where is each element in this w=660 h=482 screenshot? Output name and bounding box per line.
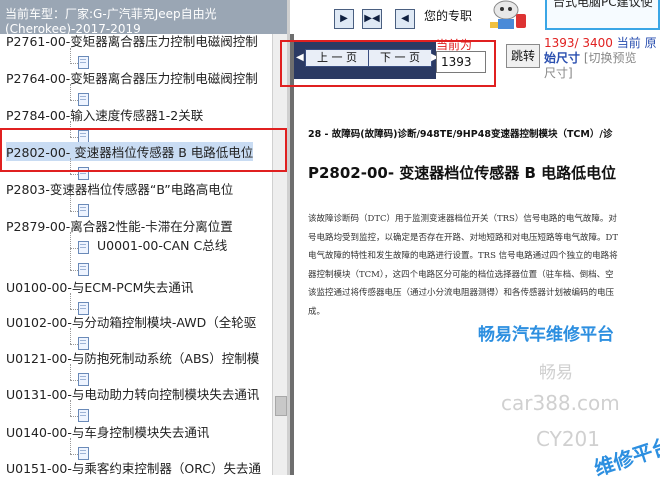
- document-icon[interactable]: [78, 241, 89, 254]
- document-icon[interactable]: [78, 409, 89, 422]
- original-size-label[interactable]: 始尺寸: [544, 51, 580, 65]
- tree-connector: [70, 195, 71, 211]
- highlight-box-pager: [280, 40, 496, 87]
- tree-connector: [70, 328, 71, 344]
- tree-connector: [70, 174, 78, 175]
- prev-arrow-button[interactable]: ◀: [395, 9, 415, 29]
- tree-item[interactable]: U0102-00-与分动箱控制模块-AWD（全轮驱: [6, 312, 256, 331]
- paragraph-line: 器控制模块（TCM），这四个电路区分可能的档位选择器位置（驻车档、倒档、空: [308, 269, 614, 280]
- paragraph-line: 该监控通过将传感器电压（通过小分流电阻器测得）和各传感器计划被编码的电压: [308, 288, 615, 298]
- promo-box: 台式电脑PC建议使: [545, 0, 660, 30]
- tree-connector: [70, 63, 78, 64]
- paragraph-line: 电气故障的特性和发生故障的电路进行设置。TRS 信号电路通过四个独立的电路将: [308, 251, 618, 261]
- tree-connector: [70, 100, 78, 101]
- tree-item[interactable]: U0121-00-与防抱死制动系统（ABS）控制模: [6, 348, 259, 367]
- tree-connector: [70, 309, 78, 310]
- dtc-tree: P2761-00-变矩器离合器压力控制电磁阀控制 P2764-00-变矩器离合器…: [0, 34, 272, 475]
- tree-item[interactable]: U0140-00-与车身控制模块失去通讯: [6, 422, 209, 441]
- tree-connector: [70, 364, 71, 380]
- tree-connector: [70, 438, 71, 454]
- tree-connector: [70, 416, 78, 417]
- tree-item[interactable]: P2803-变速器档位传感器“B”电路高电位: [6, 179, 233, 198]
- watermark-text: 畅易汽车维修平台: [478, 325, 614, 345]
- document-text: 该故障诊断码（DTC）用于监测变速器档位开关（TRS）信号电路的电气故障。对 号…: [308, 210, 660, 321]
- tree-item[interactable]: P2761-00-变矩器离合器压力控制电磁阀控制: [6, 34, 258, 50]
- tree-subitem[interactable]: U0001-00-CAN C总线: [97, 235, 227, 254]
- size-suffix: 尺寸]: [544, 66, 573, 80]
- paragraph-line: 成。: [308, 306, 326, 317]
- paragraph-line: 号电路均受到监控，以确定是否存在开路、对地短路和对电压短路等电气故障。DT: [308, 232, 618, 243]
- tree-item[interactable]: U0151-00-与乘客约束控制器（ORC）失去通: [6, 458, 261, 475]
- pager-bar: ◀ 上 一 页 下 一 页 ▶ 当前为 跳转 1393/ 3400 当前 原 始…: [280, 34, 660, 92]
- tree-connector: [70, 248, 78, 249]
- tree-connector: [70, 270, 78, 271]
- watermark-text: CY201: [536, 427, 601, 451]
- highlight-box-selected-item: [0, 128, 287, 172]
- document-title: P2802-00- 变速器档位传感器 B 电路低电位: [308, 164, 617, 182]
- current-original-label: 当前 原: [616, 36, 657, 50]
- page-count-value: 1393/ 3400: [544, 36, 613, 50]
- tree-item[interactable]: P2764-00-变矩器离合器压力控制电磁阀控制: [6, 68, 258, 87]
- tree-connector: [70, 84, 71, 100]
- tree-connector: [70, 211, 78, 212]
- jump-button[interactable]: 跳转: [506, 44, 540, 68]
- tree-scrollbar[interactable]: [272, 34, 288, 475]
- content-pane: ◀ 上 一 页 下 一 页 ▶ 当前为 跳转 1393/ 3400 当前 原 始…: [280, 34, 660, 481]
- tree-connector: [70, 380, 78, 381]
- tree-item[interactable]: P2879-00-离合器2性能-卡滞在分离位置: [6, 216, 233, 235]
- watermark-text: car388.com: [501, 391, 620, 415]
- tree-item[interactable]: U0100-00-与ECM-PCM失去通讯: [6, 277, 193, 296]
- mascot-logo-icon: [490, 0, 526, 29]
- vehicle-label: 当前车型：: [5, 7, 66, 21]
- next-arrow-button[interactable]: ▶: [334, 9, 354, 29]
- scrollbar-thumb[interactable]: [275, 396, 287, 416]
- tree-connector: [70, 454, 78, 455]
- expand-button[interactable]: ▶◀: [362, 9, 382, 29]
- tree-connector: [70, 400, 71, 416]
- help-text: 您的专职: [424, 9, 473, 23]
- promo-text: 台式电脑PC建议使: [553, 0, 653, 9]
- switch-preview-link[interactable]: [切换预览: [584, 51, 637, 65]
- document-icon[interactable]: [78, 263, 89, 276]
- left-tree-panel: 当前车型：厂家:G-广汽菲克Jeep自由光(Cherokee)-2017-201…: [0, 0, 290, 475]
- paragraph-line: 该故障诊断码（DTC）用于监测变速器档位开关（TRS）信号电路的电气故障。对: [308, 214, 617, 224]
- tree-connector: [70, 232, 71, 270]
- tree-item[interactable]: P2784-00-输入速度传感器1-2关联: [6, 105, 203, 124]
- tree-connector: [70, 344, 78, 345]
- document-header: 28 - 故障码(故障码)诊断/948TE/9HP48变速器控制模块（TCM）/…: [308, 129, 613, 140]
- vehicle-info: 当前车型：厂家:G-广汽菲克Jeep自由光(Cherokee)-2017-201…: [5, 7, 267, 37]
- watermark-text: 畅易: [539, 363, 573, 383]
- vehicle-header: 当前车型：厂家:G-广汽菲克Jeep自由光(Cherokee)-2017-201…: [0, 0, 290, 37]
- document-body: 28 - 故障码(故障码)诊断/948TE/9HP48变速器控制模块（TCM）/…: [308, 126, 660, 317]
- tree-connector: [70, 293, 71, 309]
- top-toolbar: ▶ ▶◀ ◀ 您的专职 台式电脑PC建议使: [290, 0, 660, 34]
- tree-item[interactable]: U0131-00-与电动助力转向控制模块失去通讯: [6, 384, 259, 403]
- watermark-text: 维修平台: [591, 433, 660, 481]
- tree-connector: [70, 48, 71, 64]
